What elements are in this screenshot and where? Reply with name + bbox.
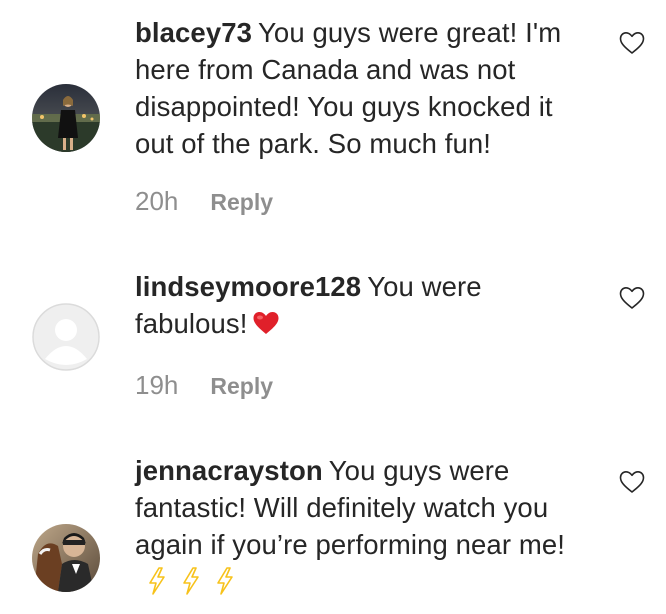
username-link[interactable]: jennacrayston bbox=[135, 455, 323, 486]
comment-meta: 20h Reply bbox=[135, 186, 273, 217]
heart-outline-icon[interactable] bbox=[619, 286, 645, 310]
timestamp: 20h bbox=[135, 186, 179, 216]
comment-text: jennacrayston You guys were fantastic! Wi… bbox=[135, 452, 595, 600]
username-link[interactable]: lindseymoore128 bbox=[135, 271, 361, 302]
username-link[interactable]: blacey73 bbox=[135, 17, 252, 48]
comment-text: blacey73 You guys were great! I'm here fr… bbox=[135, 14, 595, 162]
high-voltage-emoji bbox=[149, 567, 165, 595]
heart-outline-icon[interactable] bbox=[619, 31, 645, 55]
avatar[interactable] bbox=[32, 524, 100, 592]
high-voltage-emoji bbox=[217, 567, 233, 595]
timestamp: 19h bbox=[135, 370, 179, 400]
reply-button[interactable]: Reply bbox=[210, 373, 273, 400]
red-heart-emoji bbox=[253, 312, 279, 334]
comment-meta: 19h Reply bbox=[135, 370, 273, 401]
comment-text: lindseymoore128 You were fabulous! bbox=[135, 268, 595, 342]
avatar[interactable] bbox=[32, 84, 100, 152]
avatar[interactable] bbox=[32, 303, 100, 371]
high-voltage-emoji bbox=[183, 567, 199, 595]
reply-button[interactable]: Reply bbox=[210, 189, 273, 216]
heart-outline-icon[interactable] bbox=[619, 470, 645, 494]
